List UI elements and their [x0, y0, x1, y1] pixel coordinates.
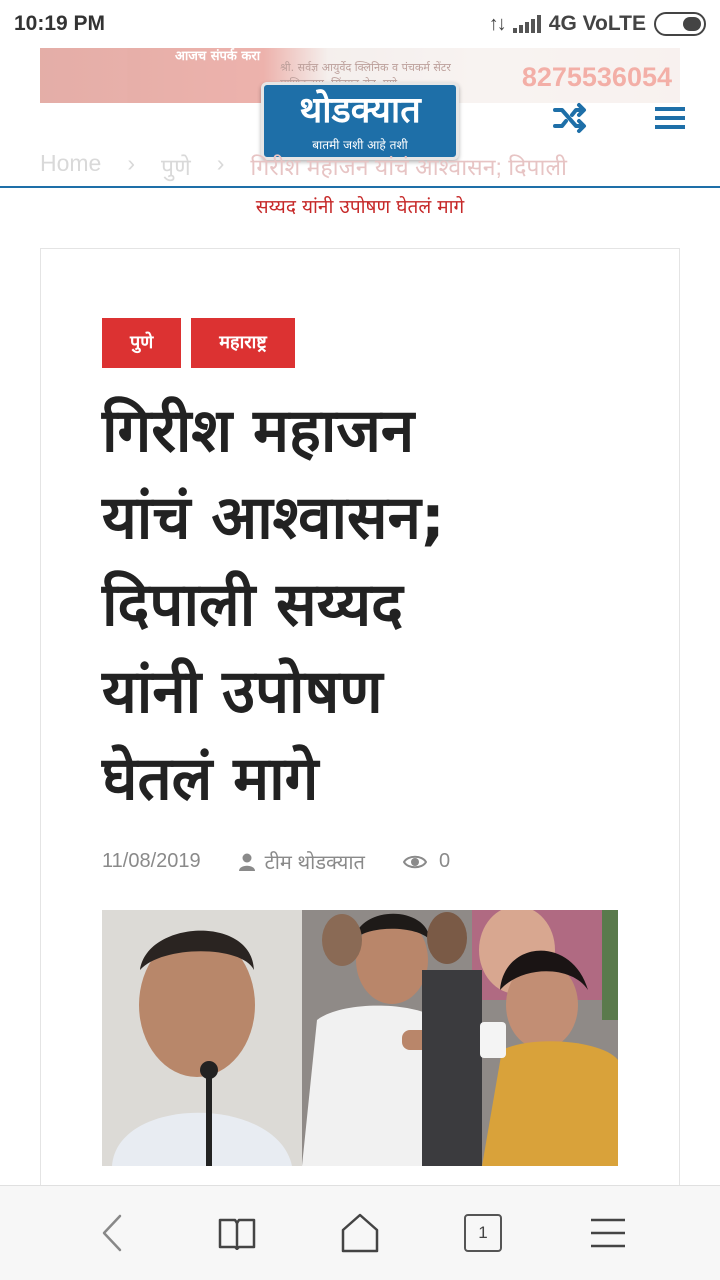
tag-pune[interactable]: पुणे — [102, 318, 182, 368]
headline-line: यांनी उपोषण — [102, 657, 383, 727]
breadcrumb-current-continued: सय्यद यांनी उपोषण घेतलं मागे — [255, 196, 465, 218]
author-name: टीम थोडक्यात — [264, 852, 365, 874]
eye-icon — [402, 855, 427, 868]
shuffle-icon[interactable] — [552, 100, 588, 136]
site-logo[interactable]: थोडक्यात बातमी जशी आहे तशी — [261, 82, 459, 160]
breadcrumb-separator: › — [216, 150, 225, 176]
user-icon — [238, 853, 255, 871]
menu-icon[interactable] — [652, 100, 688, 136]
headline-line: गिरीश महाजन — [102, 396, 415, 466]
home-icon — [341, 1213, 379, 1253]
article-photo-illustration — [102, 910, 618, 1166]
ad-phone: 8275536054 — [521, 62, 672, 92]
article-tags: पुणे महाराष्ट्र — [102, 318, 295, 368]
signal-icon — [512, 15, 541, 33]
headline-line: यांचं आश्वासन; — [102, 483, 445, 553]
article-meta: 11/08/2019 टीम थोडक्यात 0 — [102, 848, 450, 875]
menu-icon — [591, 1218, 625, 1248]
status-time: 10:19 PM — [14, 12, 106, 35]
headline-line: दिपाली सय्यद — [102, 570, 404, 640]
breadcrumb: Home › पुणे › गिरीश महाजन यांचं आश्वासन;… — [40, 150, 567, 182]
book-icon — [218, 1218, 256, 1250]
logo-text: थोडक्यात — [299, 90, 421, 131]
breadcrumb-separator: › — [127, 150, 136, 176]
back-arrow-icon — [102, 1214, 122, 1252]
article-headline: गिरीश महाजन यांचं आश्वासन; दिपाली सय्यद … — [102, 388, 622, 823]
network-label: 4G VoLTE — [548, 12, 646, 35]
ad-left-text: आजच संपर्क करा — [175, 49, 261, 64]
tag-maharashtra[interactable]: महाराष्ट्र — [191, 318, 295, 368]
article-views: 0 — [402, 850, 451, 873]
ad-clinic-name: श्री. सर्वज्ञ आयुर्वेद क्लिनिक व पंचकर्म… — [280, 61, 451, 74]
view-count: 0 — [438, 850, 451, 872]
breadcrumb-category[interactable]: पुणे — [161, 150, 191, 182]
headline-line: घेतलं मागे — [102, 744, 319, 814]
browser-menu-button[interactable] — [583, 1208, 633, 1258]
data-transfer-icon: ↑↓ — [488, 12, 507, 35]
home-button[interactable] — [335, 1208, 385, 1258]
battery-icon — [654, 12, 706, 36]
tab-count: 1 — [464, 1214, 502, 1252]
bookmarks-button[interactable] — [212, 1208, 262, 1258]
tabs-button[interactable]: 1 — [458, 1208, 508, 1258]
header-divider — [0, 186, 720, 188]
breadcrumb-current: गिरीश महाजन यांचं आश्वासन; दिपाली — [250, 154, 568, 180]
browser-bottom-nav: 1 — [0, 1185, 720, 1280]
back-button[interactable] — [88, 1208, 138, 1258]
breadcrumb-home[interactable]: Home — [40, 150, 101, 182]
article-photo[interactable] — [102, 910, 618, 1166]
article-author[interactable]: टीम थोडक्यात — [238, 848, 365, 875]
status-icons: ↑↓ 4G VoLTE — [489, 10, 706, 38]
status-bar: 10:19 PM ↑↓ 4G VoLTE — [0, 0, 720, 48]
article-date: 11/08/2019 — [102, 850, 201, 872]
